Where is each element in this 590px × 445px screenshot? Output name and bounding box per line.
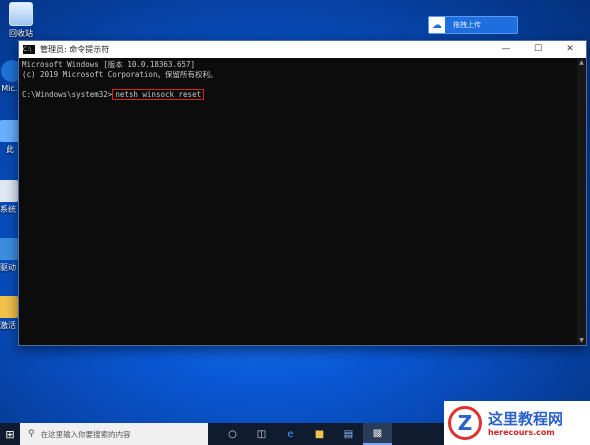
- scroll-up-icon[interactable]: ▲: [577, 58, 586, 67]
- system-icon: [0, 180, 19, 202]
- edge-icon[interactable]: e: [276, 423, 305, 445]
- prompt: C:\Windows\system32>: [22, 90, 113, 99]
- cortana-icon[interactable]: ○: [218, 423, 247, 445]
- search-icon: ⚲: [28, 429, 35, 439]
- watermark-url: herecours.com: [488, 427, 555, 437]
- driver-icon: [0, 238, 19, 260]
- close-button[interactable]: ✕: [554, 41, 586, 58]
- minimize-button[interactable]: —: [490, 41, 522, 58]
- console-line: Microsoft Windows [版本 10.0.18363.657]: [22, 60, 196, 69]
- scroll-down-icon[interactable]: ▼: [577, 336, 586, 345]
- store-icon[interactable]: ▤: [334, 423, 363, 445]
- task-view-icon[interactable]: ◫: [247, 423, 276, 445]
- desktop-icon-recycle-bin[interactable]: 回收站: [1, 2, 41, 39]
- start-button[interactable]: ⊞: [0, 423, 20, 445]
- cmd-icon: C:\: [23, 45, 35, 54]
- window-title: 管理员: 命令提示符: [40, 45, 110, 54]
- watermark-title: 这里教程网: [488, 409, 564, 428]
- watermark-logo: Z: [448, 406, 482, 440]
- title-bar[interactable]: C:\ 管理员: 命令提示符 — ☐ ✕: [19, 41, 586, 58]
- watermark: Z 这里教程网 herecours.com: [444, 401, 590, 445]
- cmd-taskbar-icon[interactable]: ▩: [363, 423, 392, 445]
- maximize-button[interactable]: ☐: [522, 41, 554, 58]
- cloud-icon: ☁: [429, 17, 445, 33]
- search-placeholder: 在这里输入你要搜索的内容: [40, 429, 131, 439]
- recycle-bin-icon: [9, 2, 33, 26]
- file-explorer-icon[interactable]: ■: [305, 423, 334, 445]
- command-prompt-window[interactable]: C:\ 管理员: 命令提示符 — ☐ ✕ Microsoft Windows […: [18, 40, 587, 346]
- vertical-scrollbar[interactable]: ▲ ▼: [577, 58, 586, 345]
- cloud-upload-button[interactable]: ☁ 拖拽上传: [428, 16, 518, 34]
- console-output[interactable]: Microsoft Windows [版本 10.0.18363.657] (c)…: [19, 58, 586, 102]
- cloud-upload-label: 拖拽上传: [453, 21, 481, 29]
- folder-icon: [0, 296, 19, 318]
- search-box[interactable]: ⚲ 在这里输入你要搜索的内容: [20, 423, 208, 445]
- console-line: (c) 2019 Microsoft Corporation。保留所有权利。: [22, 70, 218, 79]
- command-text: netsh winsock reset: [112, 89, 205, 100]
- prompt-line: C:\Windows\system32> netsh winsock reset: [22, 89, 583, 100]
- desktop-icon-label: 回收站: [9, 29, 33, 38]
